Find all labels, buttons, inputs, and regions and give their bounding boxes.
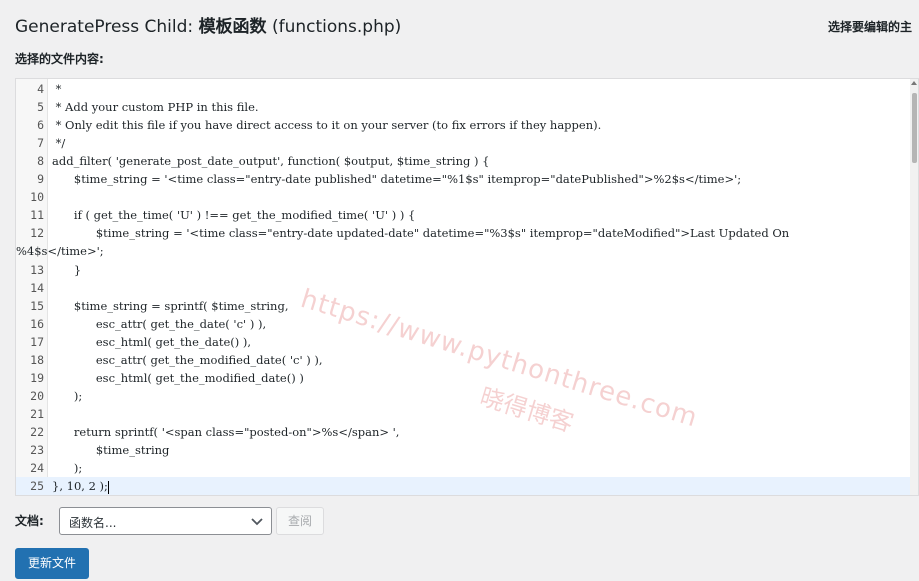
code-text: $time_string = sprintf( $time_string, (52, 298, 289, 313)
code-text: ); (52, 388, 83, 403)
line-number: 18 (30, 352, 44, 367)
code-line[interactable]: 9 $time_string = '<time class="entry-dat… (16, 170, 912, 188)
code-text: $time_string = '<time class="entry-date … (52, 226, 790, 241)
code-line[interactable]: 15 $time_string = sprintf( $time_string, (16, 297, 912, 315)
code-text: %4$s</time>'; (16, 244, 104, 259)
function-name-select[interactable]: 函数名... (59, 507, 272, 535)
code-text: esc_attr( get_the_modified_date( 'c' ) )… (52, 352, 323, 367)
code-text: if ( get_the_time( 'U' ) !== get_the_mod… (52, 208, 416, 223)
chevron-down-icon (251, 518, 263, 526)
code-line[interactable]: 14 (16, 279, 912, 297)
line-number: 19 (30, 370, 44, 385)
code-text: * Only edit this file if you have direct… (52, 118, 602, 133)
function-name-select-value: 函数名... (69, 516, 117, 530)
code-line[interactable]: 20 ); (16, 387, 912, 405)
line-number: 8 (37, 154, 44, 169)
line-number: 16 (30, 316, 44, 331)
line-number: 15 (30, 298, 44, 313)
code-line[interactable]: 19 esc_html( get_the_modified_date() ) (16, 369, 912, 387)
line-number: 25 (30, 479, 44, 494)
line-number: 20 (30, 388, 44, 403)
code-line[interactable]: 17 esc_html( get_the_date() ), (16, 333, 912, 351)
code-line[interactable]: 7 */ (16, 134, 912, 152)
line-number: 12 (30, 226, 44, 241)
line-number: 11 (30, 208, 44, 223)
code-text: esc_html( get_the_modified_date() ) (52, 370, 304, 385)
code-line[interactable]: 12 $time_string = '<time class="entry-da… (16, 224, 912, 242)
line-number: 4 (37, 82, 44, 96)
code-line[interactable]: 5 * Add your custom PHP in this file. (16, 98, 912, 116)
line-number: 10 (30, 190, 44, 205)
code-text: add_filter( 'generate_post_date_output',… (52, 154, 490, 169)
code-text: * (52, 82, 62, 96)
page-title: GeneratePress Child: 模板函数 (functions.php… (15, 12, 401, 37)
editor-scrollbar[interactable] (910, 79, 918, 495)
file-content-label: 选择的文件内容: (15, 52, 104, 66)
line-number: 13 (30, 262, 44, 277)
page-title-prefix: GeneratePress Child: (15, 17, 199, 37)
code-line[interactable]: 23 $time_string (16, 441, 912, 459)
code-text: $time_string (52, 443, 170, 457)
code-line[interactable]: 13 } (16, 261, 912, 279)
line-number: 23 (30, 443, 44, 457)
code-line[interactable]: 10 (16, 188, 912, 206)
code-line[interactable]: 21 (16, 405, 912, 423)
line-number: 5 (37, 100, 44, 115)
line-number: 22 (30, 424, 44, 439)
documentation-label: 文档: (15, 514, 44, 528)
select-theme-label: 选择要编辑的主 (828, 20, 913, 34)
scroll-thumb[interactable] (912, 93, 917, 163)
code-editor[interactable]: 4 * 5 * Add your custom PHP in this file.… (15, 78, 919, 496)
update-file-button[interactable]: 更新文件 (15, 548, 89, 579)
code-text: }, 10, 2 ); (52, 479, 109, 494)
code-line[interactable]: 18 esc_attr( get_the_modified_date( 'c' … (16, 351, 912, 369)
code-line[interactable]: 6 * Only edit this file if you have dire… (16, 116, 912, 134)
code-line[interactable]: 24 ); (16, 459, 912, 477)
code-line[interactable]: 22 return sprintf( '<span class="posted-… (16, 423, 912, 441)
code-text: return sprintf( '<span class="posted-on"… (52, 424, 400, 439)
code-text: $time_string = '<time class="entry-date … (52, 172, 742, 187)
code-area[interactable]: 4 * 5 * Add your custom PHP in this file.… (16, 79, 912, 495)
code-text: esc_html( get_the_date() ), (52, 334, 252, 349)
page-title-file-path: (functions.php) (266, 17, 402, 37)
line-number: 24 (30, 461, 44, 476)
line-number: 14 (30, 280, 44, 295)
line-number: 17 (30, 334, 44, 349)
line-number: 7 (37, 136, 44, 151)
scroll-up-arrow-icon[interactable] (911, 81, 917, 85)
code-text: esc_attr( get_the_date( 'c' ) ), (52, 316, 267, 331)
line-number: 9 (37, 172, 44, 187)
line-number: 21 (30, 406, 44, 421)
text-cursor (107, 480, 109, 494)
code-line[interactable]: 16 esc_attr( get_the_date( 'c' ) ), (16, 315, 912, 333)
code-text: */ (52, 136, 66, 151)
lookup-button[interactable]: 查阅 (276, 507, 324, 535)
code-text: ); (52, 461, 83, 476)
code-line[interactable]: 8 add_filter( 'generate_post_date_output'… (16, 152, 912, 170)
code-text: } (52, 262, 82, 277)
code-line[interactable]: 11 if ( get_the_time( 'U' ) !== get_the_… (16, 206, 912, 224)
page-title-file-name: 模板函数 (198, 17, 267, 37)
code-line[interactable]: 4 * (16, 80, 912, 98)
code-line[interactable]: 25 }, 10, 2 ); (16, 477, 912, 495)
code-text: * Add your custom PHP in this file. (52, 100, 259, 115)
code-line[interactable]: %4$s</time>'; (16, 242, 912, 260)
line-number: 6 (37, 118, 44, 133)
